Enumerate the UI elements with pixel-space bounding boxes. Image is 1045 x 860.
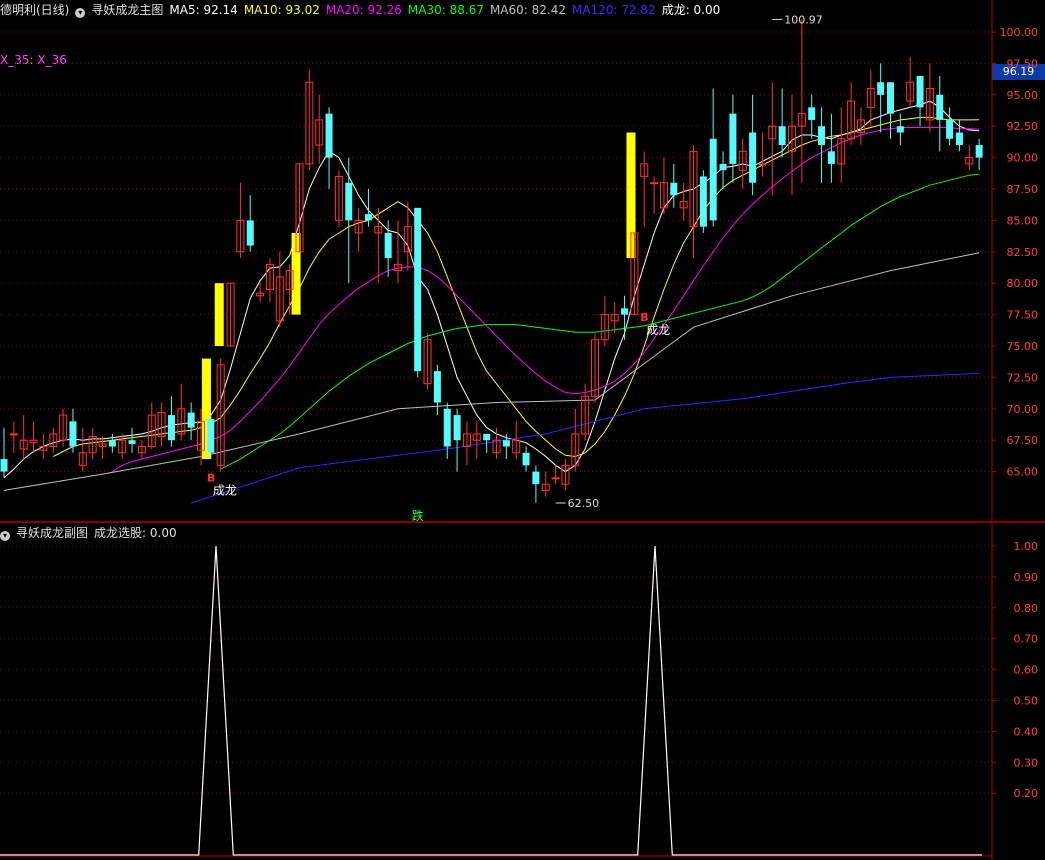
candle-body [128,440,136,444]
y-tick-label: 70.00 [1007,403,1039,416]
candle-body [246,220,254,246]
candle-body [433,371,441,403]
y-tick-label: 0.60 [1014,664,1039,677]
y-tick-label: 0.40 [1014,725,1039,738]
y-tick-label: 0.50 [1014,695,1039,708]
candle-body [975,145,983,158]
candle-body [709,138,717,221]
candle-body [818,126,826,146]
ma60-line [3,252,980,491]
candle-body [729,113,737,164]
candle-body [551,477,560,480]
y-tick-label: 80.00 [1007,277,1039,290]
y-tick-label: 0.90 [1014,571,1039,584]
candle-body [345,182,353,221]
signal-bar [626,132,636,233]
y-tick-label: 67.50 [1007,434,1039,447]
candle-body [621,308,629,315]
candle-body [502,440,510,447]
candle-body [443,408,451,447]
candle-body [532,471,540,485]
y-tick-label: 75.00 [1007,340,1039,353]
candle-body [778,126,786,146]
fall-label: 跌 [412,508,424,523]
candle-body [108,440,116,447]
candle-body [936,94,944,120]
candle-body [650,182,659,185]
ma20-line [112,127,980,473]
y-tick-label: 77.50 [1007,309,1039,322]
candle-body [877,82,885,95]
candle-body [946,119,954,139]
chenglong-signal-line [0,545,982,856]
candle-body [758,163,767,166]
candle-body [0,459,8,472]
candle-body [453,415,461,441]
signal-label: 成龙 [646,323,670,337]
y-tick-label: 97.50 [1007,57,1039,70]
y-tick-label: 87.50 [1007,183,1039,196]
candle-body [896,126,904,133]
y-tick-label: 0.70 [1014,633,1039,646]
candle-body [955,132,963,146]
candle-body [414,207,422,372]
candle-body [670,182,678,196]
y-tick-label: 1.00 [1014,540,1039,553]
ma10-line [53,116,980,458]
y-tick-label: 100.00 [1000,26,1039,39]
candle-body [9,433,18,436]
candle-body [187,412,195,428]
y-tick-label: 0.20 [1014,787,1039,800]
y-tick-label: 92.50 [1007,120,1039,133]
y-tick-label: 0.80 [1014,602,1039,615]
high-label: 100.97 [784,13,823,26]
candle-body [749,132,757,183]
candle-body [719,163,727,171]
candle-body [167,415,175,441]
candle-body [384,232,392,259]
candle-body [916,75,924,108]
candle-body [522,452,530,466]
candle-body [364,214,372,221]
y-tick-label: 0.30 [1014,756,1039,769]
y-tick-label: 82.50 [1007,246,1039,259]
signal-label: 成龙 [213,484,237,498]
candle-body [887,82,894,114]
candle-body [827,151,835,164]
y-tick-label: 90.00 [1007,152,1039,165]
y-tick-label: 72.50 [1007,371,1039,384]
candle-body [699,176,707,227]
stock-chart-window: 德明利(日线) ▾ 寻妖成龙主图 MA5: 92.14 MA10: 93.02 MA20:… [0,0,1045,860]
signal-bar [214,283,224,346]
candle-body [325,113,333,158]
candle-body [808,107,816,120]
candle-body [483,433,491,441]
chart-canvas[interactable]: 100.9762.50B成龙B成龙跌 65.0067.5070.0072.507… [0,0,1045,860]
low-label: 62.50 [568,497,600,510]
y-tick-label: 95.00 [1007,89,1039,102]
y-tick-label: 85.00 [1007,214,1039,227]
y-tick-label: 65.00 [1007,466,1039,479]
candle-body [69,421,77,447]
candle-body [207,418,215,453]
